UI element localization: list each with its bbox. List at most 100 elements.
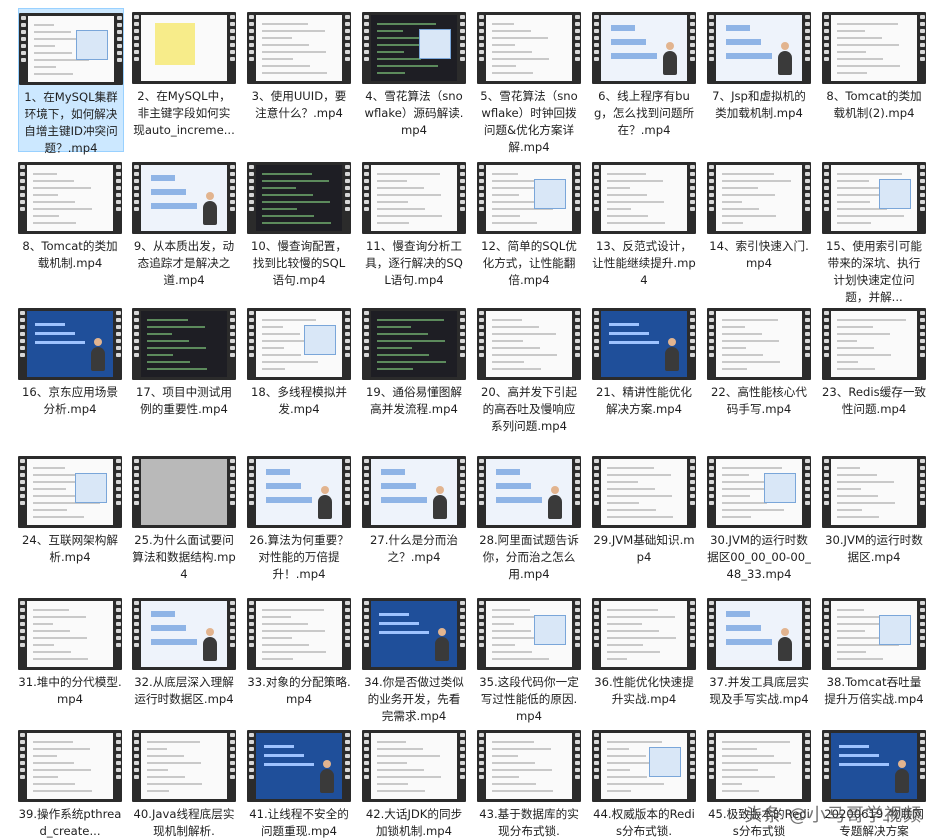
video-thumbnail[interactable] [132,308,236,380]
file-item[interactable]: 4、雪花算法（snowflake）源码解读.mp4 [362,8,468,152]
video-thumbnail[interactable] [477,308,581,380]
video-thumbnail[interactable] [822,598,926,670]
video-thumbnail[interactable] [132,162,236,234]
file-item[interactable]: 36.性能优化快速提升实战.mp4 [592,594,698,738]
file-item[interactable]: 11、慢查询分析工具，逐行解决的SQL语句.mp4 [362,158,468,302]
video-thumbnail[interactable] [707,456,811,528]
file-name[interactable]: 14、索引快速入门.mp4 [707,238,811,306]
video-thumbnail[interactable] [707,12,811,84]
video-thumbnail[interactable] [477,12,581,84]
file-item[interactable]: 24、互联网架构解析.mp4 [18,452,124,596]
file-name[interactable]: 12、简单的SQL优化方式，让性能翻倍.mp4 [477,238,581,306]
file-name[interactable]: 25.为什么面试要问算法和数据结构.mp4 [132,532,236,600]
file-item[interactable]: 44.权威版本的Redis分布式锁. [592,726,698,838]
video-thumbnail[interactable] [247,308,351,380]
file-item[interactable]: 21、精讲性能优化解决方案.mp4 [592,304,698,448]
file-item[interactable]: 38.Tomcat吞吐量提升万倍实战.mp4 [822,594,928,738]
video-thumbnail[interactable] [592,456,696,528]
video-thumbnail[interactable] [247,598,351,670]
video-thumbnail[interactable] [592,730,696,802]
video-thumbnail[interactable] [132,730,236,802]
file-item[interactable]: 40.Java线程底层实现机制解析. [132,726,238,838]
file-name[interactable]: 44.权威版本的Redis分布式锁. [592,806,696,840]
video-thumbnail[interactable] [247,12,351,84]
file-item[interactable]: 29.JVM基础知识.mp4 [592,452,698,596]
file-name[interactable]: 29.JVM基础知识.mp4 [592,532,696,600]
video-thumbnail[interactable] [592,598,696,670]
file-item[interactable]: 5、雪花算法（snowflake）时钟回拨问题&优化方案详解.mp4 [477,8,583,154]
file-name[interactable]: 41.让线程不安全的问题重现.mp4 [247,806,351,840]
file-name[interactable]: 1、在MySQL集群环境下，如何解决自增主键ID冲突问题？.mp4 [19,89,123,157]
file-name[interactable]: 30.JVM的运行时数据区.mp4 [822,532,926,600]
file-name[interactable]: 6、线上程序有bug，怎么找到问题所在？.mp4 [592,88,696,156]
file-item[interactable]: 35.这段代码你一定写过性能低的原因.mp4 [477,594,583,738]
video-thumbnail[interactable] [18,308,122,380]
file-name[interactable]: 42.大话JDK的同步加锁机制.mp4 [362,806,466,840]
file-item[interactable]: 34.你是否做过类似的业务开发，先看完需求.mp4 [362,594,468,738]
video-thumbnail[interactable] [18,730,122,802]
video-thumbnail[interactable] [707,162,811,234]
file-item[interactable]: 17、项目中测试用例的重要性.mp4 [132,304,238,448]
video-thumbnail[interactable] [362,12,466,84]
file-name[interactable]: 16、京东应用场景分析.mp4 [18,384,122,452]
file-item[interactable]: 37.并发工具底层实现及手写实战.mp4 [707,594,813,738]
video-thumbnail[interactable] [362,598,466,670]
file-item[interactable]: 32.从底层深入理解运行时数据区.mp4 [132,594,238,738]
video-thumbnail[interactable] [132,598,236,670]
file-name[interactable]: 40.Java线程底层实现机制解析. [132,806,236,840]
video-thumbnail[interactable] [707,308,811,380]
file-name[interactable]: 30.JVM的运行时数据区00_00_00-00_48_33.mp4 [707,532,811,600]
video-thumbnail[interactable] [592,12,696,84]
file-item[interactable]: 31.堆中的分代模型.mp4 [18,594,124,738]
file-name[interactable]: 23、Redis缓存一致性问题.mp4 [822,384,926,452]
file-name[interactable]: 7、Jsp和虚拟机的类加载机制.mp4 [707,88,811,156]
file-name[interactable]: 11、慢查询分析工具，逐行解决的SQL语句.mp4 [362,238,466,306]
video-thumbnail[interactable] [132,456,236,528]
file-item[interactable]: 42.大话JDK的同步加锁机制.mp4 [362,726,468,838]
video-thumbnail[interactable] [592,308,696,380]
file-item[interactable]: 26.算法为何重要？对性能的万倍提升！.mp4 [247,452,353,596]
video-thumbnail[interactable] [477,730,581,802]
video-thumbnail[interactable] [707,730,811,802]
video-thumbnail[interactable] [18,598,122,670]
video-thumbnail[interactable] [822,730,926,802]
video-thumbnail[interactable] [362,162,466,234]
video-thumbnail[interactable] [707,598,811,670]
video-thumbnail[interactable] [132,12,236,84]
file-name[interactable]: 8、Tomcat的类加载机制(2).mp4 [822,88,926,156]
file-item[interactable]: 7、Jsp和虚拟机的类加载机制.mp4 [707,8,813,152]
video-thumbnail[interactable] [362,730,466,802]
video-thumbnail[interactable] [18,162,122,234]
file-name[interactable]: 13、反范式设计，让性能继续提升.mp4 [592,238,696,306]
file-name[interactable]: 10、慢查询配置，找到比较慢的SQL语句.mp4 [247,238,351,306]
file-item[interactable]: 8、Tomcat的类加载机制.mp4 [18,158,124,302]
file-item[interactable]: 12、简单的SQL优化方式，让性能翻倍.mp4 [477,158,583,302]
file-name[interactable]: 2、在MySQL中，非主键字段如何实现auto_increme... [132,88,236,156]
video-thumbnail[interactable] [18,456,122,528]
file-item[interactable]: 30.JVM的运行时数据区.mp4 [822,452,928,596]
file-name[interactable]: 4、雪花算法（snowflake）源码解读.mp4 [362,88,466,156]
video-thumbnail[interactable] [592,162,696,234]
file-item[interactable]: 15、使用索引可能带来的深坑、执行计划快速定位问题，并解... [822,158,928,304]
file-item[interactable]: 33.对象的分配策略.mp4 [247,594,353,738]
video-thumbnail[interactable] [822,12,926,84]
video-thumbnail[interactable] [822,456,926,528]
video-thumbnail[interactable] [362,456,466,528]
video-thumbnail[interactable] [477,456,581,528]
file-item[interactable]: 16、京东应用场景分析.mp4 [18,304,124,448]
file-name[interactable]: 19、通俗易懂图解高并发流程.mp4 [362,384,466,452]
file-item[interactable]: 18、多线程模拟并发.mp4 [247,304,353,448]
file-name[interactable]: 39.操作系统pthread_create... [18,806,122,840]
file-item[interactable]: 43.基于数据库的实现分布式锁. [477,726,583,838]
video-thumbnail[interactable] [822,162,926,234]
file-item[interactable]: 13、反范式设计，让性能继续提升.mp4 [592,158,698,302]
video-thumbnail[interactable] [247,730,351,802]
video-thumbnail[interactable] [247,162,351,234]
file-name[interactable]: 8、Tomcat的类加载机制.mp4 [18,238,122,306]
file-item[interactable]: 27.什么是分而治之？.mp4 [362,452,468,596]
file-item[interactable]: 3、使用UUID，要注意什么？.mp4 [247,8,353,152]
file-name[interactable]: 15、使用索引可能带来的深坑、执行计划快速定位问题，并解... [822,238,926,306]
file-item[interactable]: 10、慢查询配置，找到比较慢的SQL语句.mp4 [247,158,353,302]
file-item[interactable]: 1、在MySQL集群环境下，如何解决自增主键ID冲突问题？.mp4 [18,8,124,155]
video-thumbnail[interactable] [247,456,351,528]
